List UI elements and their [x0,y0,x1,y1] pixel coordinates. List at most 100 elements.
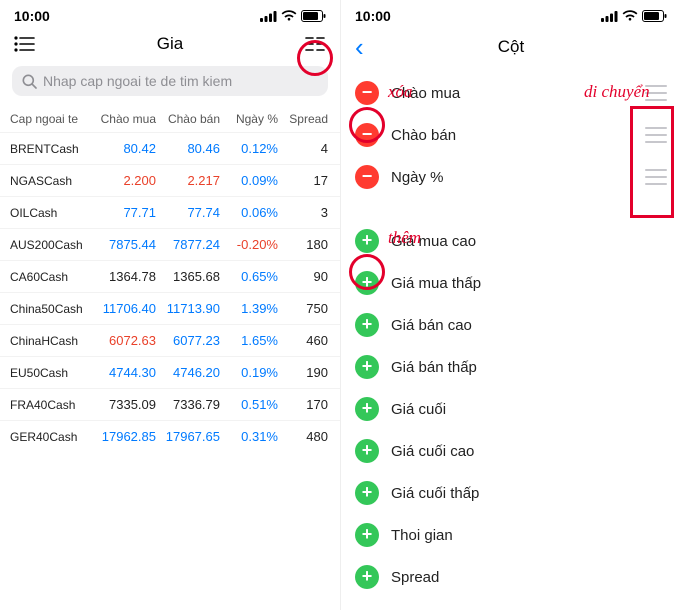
status-indicators [601,10,667,22]
available-column-row: +Giá mua cao [341,220,681,262]
table-row[interactable]: AUS200Cash7875.447877.24-0.20%180 [0,228,340,260]
status-time: 10:00 [14,8,50,24]
status-time: 10:00 [355,8,391,24]
cell-bid: 17962.85 [92,429,156,444]
remove-column-button[interactable]: − [355,165,379,189]
nav-bar-right: ‹ Cột [341,28,681,68]
cell-symbol: NGASCash [10,174,92,188]
add-column-button[interactable]: + [355,523,379,547]
table-row[interactable]: FRA40Cash7335.097336.790.51%170 [0,388,340,420]
cell-ask: 1365.68 [156,269,220,284]
cell-bid: 6072.63 [92,333,156,348]
drag-handle-icon[interactable] [645,85,667,101]
header-ask: Chào bán [156,112,220,126]
table-row[interactable]: ChinaHCash6072.636077.231.65%460 [0,324,340,356]
cell-symbol: OILCash [10,206,92,220]
add-column-button[interactable]: + [355,313,379,337]
table-row[interactable]: GER40Cash17962.8517967.650.31%480 [0,420,340,452]
cell-ask: 2.217 [156,173,220,188]
add-column-button[interactable]: + [355,271,379,295]
cell-ask: 4746.20 [156,365,220,380]
add-column-button[interactable]: + [355,439,379,463]
page-title-right: Cột [395,37,627,57]
add-column-button[interactable]: + [355,229,379,253]
drag-handle-icon[interactable] [645,169,667,185]
cell-symbol: EU50Cash [10,366,92,380]
active-column-row: −Chào bán [341,114,681,156]
back-button[interactable]: ‹ [355,34,364,60]
drag-handle-icon[interactable] [645,127,667,143]
column-label: Giá mua thấp [391,275,667,292]
cell-day: 0.09% [220,173,278,188]
column-label: Ngày % [391,169,633,186]
cell-spread: 190 [278,365,328,380]
signal-icon [601,11,618,22]
column-label: Chào mua [391,85,633,102]
column-label: Giá cuối thấp [391,485,667,502]
cell-bid: 11706.40 [92,301,156,316]
cell-ask: 11713.90 [156,301,220,316]
active-columns-list: −Chào mua−Chào bán−Ngày % [341,68,681,198]
cell-day: 0.06% [220,205,278,220]
wifi-icon [281,10,297,22]
table-row[interactable]: NGASCash2.2002.2170.09%17 [0,164,340,196]
cell-spread: 4 [278,141,328,156]
cell-day: 0.65% [220,269,278,284]
columns-icon[interactable] [304,35,326,53]
cell-spread: 17 [278,173,328,188]
cell-symbol: AUS200Cash [10,238,92,252]
table-header: Cap ngoai te Chào mua Chào bán Ngày % Sp… [0,106,340,132]
available-column-row: + Giá cuối thấp [341,472,681,514]
cell-day: 0.12% [220,141,278,156]
page-title-left: Gia [54,34,286,54]
table-row[interactable]: BRENTCash80.4280.460.12%4 [0,132,340,164]
active-column-row: −Chào mua [341,72,681,114]
cell-day: 1.65% [220,333,278,348]
add-column-button[interactable]: + [355,397,379,421]
status-indicators [260,10,326,22]
available-column-row: + Giá mua thấp [341,262,681,304]
column-label: Spread [391,569,667,586]
column-label: Giá bán cao [391,317,667,334]
table-row[interactable]: CA60Cash1364.781365.680.65%90 [0,260,340,292]
cell-spread: 90 [278,269,328,284]
cell-spread: 750 [278,301,328,316]
quote-rows: BRENTCash80.4280.460.12%4NGASCash2.2002.… [0,132,340,452]
cell-symbol: GER40Cash [10,430,92,444]
remove-column-button[interactable]: − [355,123,379,147]
cell-ask: 77.74 [156,205,220,220]
cell-bid: 7875.44 [92,237,156,252]
cell-symbol: BRENTCash [10,142,92,156]
cell-bid: 4744.30 [92,365,156,380]
cell-ask: 17967.65 [156,429,220,444]
cell-symbol: ChinaHCash [10,334,92,348]
available-columns-list: +Giá mua cao+Giá mua thấp+Giá bán cao+Gi… [341,216,681,598]
cell-day: 0.31% [220,429,278,444]
column-label: Giá cuối [391,401,667,418]
cell-spread: 170 [278,397,328,412]
battery-icon [642,10,667,22]
cell-symbol: China50Cash [10,302,92,316]
watchlist-icon[interactable] [14,35,36,53]
table-row[interactable]: OILCash77.7177.740.06%3 [0,196,340,228]
add-column-button[interactable]: + [355,355,379,379]
available-column-row: + Giá cuối [341,388,681,430]
search-icon [22,74,37,89]
cell-spread: 3 [278,205,328,220]
table-row[interactable]: China50Cash11706.4011713.901.39%750 [0,292,340,324]
active-column-row: −Ngày % [341,156,681,198]
cell-spread: 480 [278,429,328,444]
add-column-button[interactable]: + [355,565,379,589]
cell-bid: 77.71 [92,205,156,220]
columns-panel: 10:00 ‹ Cột −Chào mua−Chào bán−Ngày % +G… [341,0,681,610]
cell-ask: 80.46 [156,141,220,156]
column-label: Chào bán [391,127,633,144]
search-input[interactable]: Nhap cap ngoai te de tim kiem [12,66,328,96]
add-column-button[interactable]: + [355,481,379,505]
cell-bid: 1364.78 [92,269,156,284]
table-row[interactable]: EU50Cash4744.304746.200.19%190 [0,356,340,388]
available-column-row: +Giá cuối cao [341,430,681,472]
cell-ask: 6077.23 [156,333,220,348]
available-column-row: + Spread [341,556,681,598]
remove-column-button[interactable]: − [355,81,379,105]
